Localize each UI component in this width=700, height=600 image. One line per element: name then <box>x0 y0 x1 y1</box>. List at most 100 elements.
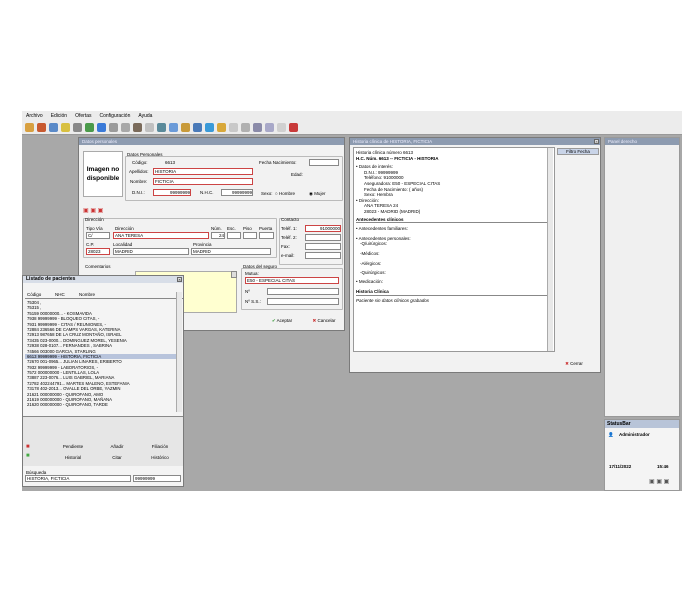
settings-icon[interactable] <box>121 122 130 132</box>
busqueda-nhc-input[interactable]: 99999999 <box>133 475 181 482</box>
stats-icon[interactable] <box>253 122 262 132</box>
tipo-via-select[interactable]: C/ <box>86 232 110 239</box>
patient-icon[interactable] <box>49 122 58 132</box>
folder-icon[interactable] <box>61 122 70 132</box>
radio-hombre[interactable]: ○ Hombre <box>275 191 295 196</box>
dni-input[interactable]: 99999999 <box>153 189 191 196</box>
menu-ofertas[interactable]: Ofertas <box>75 113 91 119</box>
menu-archivo[interactable]: Archivo <box>26 113 43 119</box>
cancelar-button[interactable]: ✖ Cancelar <box>305 316 343 327</box>
historia-window: Historia clínica de HISTORIA, FICTICIA × … <box>349 137 601 373</box>
edit-icon[interactable] <box>265 122 274 132</box>
window-icon[interactable] <box>277 122 286 132</box>
puerta-input[interactable] <box>259 232 274 239</box>
tools-icon[interactable] <box>109 122 118 132</box>
comentarios-scroll-arrow[interactable] <box>231 271 237 278</box>
menu-edicion[interactable]: Edición <box>51 113 67 119</box>
close-icon[interactable]: × <box>594 139 599 144</box>
menu-ayuda[interactable]: Ayuda <box>138 113 152 119</box>
tipo-via-label: Tipo Vía <box>86 226 103 231</box>
red-tool-icon[interactable]: ■ <box>26 444 30 450</box>
localidad-select[interactable]: MADRID <box>113 248 189 255</box>
codigo-value: 6613 <box>165 160 176 165</box>
telf1-input[interactable]: 91000000 <box>305 225 341 232</box>
nhc-input[interactable]: 99999999 <box>221 189 253 196</box>
piso-label: Piso <box>243 226 252 231</box>
photo-placeholder[interactable]: Imagen no disponible <box>83 151 123 197</box>
list-item[interactable]: 21620 000000000 - QUIROFANO, TARDE <box>25 402 177 407</box>
n-input[interactable] <box>267 288 339 295</box>
email-input[interactable] <box>305 252 341 259</box>
telf2-label: Teléf. 2: <box>281 235 297 240</box>
listado-scrollbar[interactable] <box>176 292 182 412</box>
historia-scrollbar[interactable] <box>547 148 553 351</box>
users-icon[interactable] <box>37 122 46 132</box>
network-icon[interactable] <box>205 122 214 132</box>
filtro-fecha-button[interactable]: Filtro Fecha <box>557 148 599 155</box>
calendar-icon[interactable] <box>25 122 34 132</box>
cp-input[interactable]: 28023 <box>86 248 110 255</box>
n-label: Nº <box>245 289 250 294</box>
edad-label: Edad: <box>291 172 303 177</box>
esc-input[interactable] <box>227 232 241 239</box>
listado-title: Listado de pacientes × <box>23 276 183 283</box>
nss-input[interactable] <box>267 298 339 305</box>
box-icon[interactable] <box>133 122 142 132</box>
nombre-input[interactable]: FICTICIA <box>153 178 253 185</box>
cerrar-button[interactable]: ✖ Cerrar <box>554 359 594 369</box>
apellidos-label: Apellidos: <box>129 169 149 174</box>
page-icon[interactable] <box>145 122 154 132</box>
fecha-nacimiento-label: Fecha Nacimiento: <box>259 160 297 165</box>
filiacion-button[interactable]: Filiación <box>141 443 179 451</box>
mail-icon[interactable] <box>169 122 178 132</box>
right-panel-title: Panel derecho <box>605 138 679 145</box>
direccion-input[interactable]: ANA TERESA <box>113 232 209 239</box>
cp-label: C.P. <box>86 242 95 247</box>
num-label: Núm. <box>211 226 222 231</box>
money-icon[interactable] <box>181 122 190 132</box>
report-icon[interactable] <box>241 122 250 132</box>
historia-title-text: Historia clínica de HISTORIA, FICTICIA <box>353 139 433 144</box>
busqueda-input[interactable]: HISTORIA, FICTICIA <box>25 475 131 482</box>
provincia-select[interactable]: MADRID <box>191 248 271 255</box>
cancel-icon: ✖ <box>312 318 317 323</box>
right-panel: Panel derecho <box>604 137 680 417</box>
col-nombre[interactable]: Nombre <box>79 292 95 297</box>
globe-icon[interactable] <box>85 122 94 132</box>
citar-button[interactable]: Citar <box>99 454 135 462</box>
historial-button[interactable]: Historial <box>53 454 93 462</box>
chart-icon[interactable] <box>157 122 166 132</box>
toolbar <box>22 120 682 135</box>
radio-mujer[interactable]: ◉ Mujer <box>309 191 325 197</box>
print-icon[interactable] <box>193 122 202 132</box>
hombre-label: Hombre <box>278 191 295 196</box>
piso-input[interactable] <box>243 232 257 239</box>
menu-bar: Archivo Edición Ofertas Configuración Ay… <box>22 111 682 120</box>
fax-input[interactable] <box>305 243 341 250</box>
green-tool-icon[interactable]: ■ <box>26 453 30 459</box>
fecha-nacimiento-input[interactable] <box>309 159 339 166</box>
star-icon[interactable] <box>217 122 226 132</box>
apellidos-input[interactable]: HISTORIA <box>153 168 253 175</box>
exit-icon[interactable] <box>289 122 298 132</box>
historia-title: Historia clínica de HISTORIA, FICTICIA × <box>350 138 600 145</box>
status-tool-icons[interactable]: ▣ ▣ ▣ <box>649 478 669 485</box>
sin-datos: Paciente sin datos clínicos grabados <box>356 297 430 303</box>
close-icon[interactable]: × <box>177 277 182 282</box>
mutua-select[interactable]: E50 - ESPECIAL CITAS <box>245 277 339 284</box>
anadir-button[interactable]: Añadir <box>99 443 135 451</box>
contacto-title: Contacto <box>281 217 300 222</box>
photo-line2: disponible <box>86 175 120 182</box>
num-input[interactable]: 24 <box>211 232 225 239</box>
historico-button[interactable]: Histórico <box>141 454 179 462</box>
col-nhc[interactable]: NHC <box>55 292 65 297</box>
pendiente-button[interactable]: Pendiente <box>53 443 93 451</box>
menu-configuracion[interactable]: Configuración <box>100 113 131 119</box>
telf2-input[interactable] <box>305 234 341 241</box>
list-icon[interactable] <box>229 122 238 132</box>
col-codigo[interactable]: Código <box>27 292 41 297</box>
refresh-icon[interactable] <box>97 122 106 132</box>
document-icon[interactable] <box>73 122 82 132</box>
aceptar-button[interactable]: ✔ Aceptar <box>263 316 301 327</box>
form-tool-icons[interactable]: ▣ ▣ ▣ <box>83 207 103 214</box>
